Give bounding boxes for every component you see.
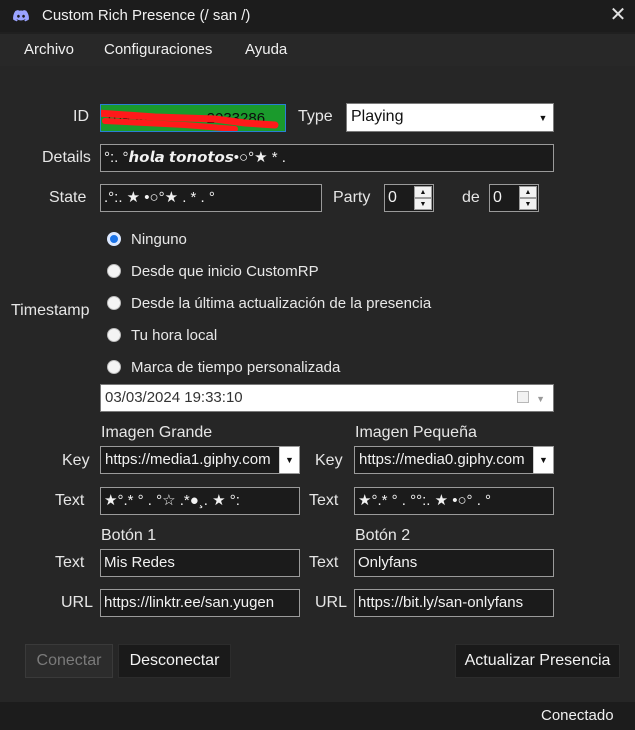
small-text-input[interactable]: ★°.* ° . °°:. ★ •○° . ° xyxy=(354,487,554,515)
button2-heading: Botón 2 xyxy=(355,527,411,544)
stepper-down-icon[interactable]: ▼ xyxy=(414,198,432,210)
state-label: State xyxy=(49,189,87,206)
stepper-down-icon[interactable]: ▼ xyxy=(519,198,537,210)
stepper-buttons: ▲ ▼ xyxy=(414,186,432,210)
close-button[interactable]: ✕ xyxy=(606,4,630,28)
chevron-down-icon[interactable]: ▼ xyxy=(536,386,545,412)
party-size-stepper[interactable]: 0 ▲ ▼ xyxy=(384,184,434,212)
radio-personalizada[interactable] xyxy=(107,360,121,374)
small-key-value: https://media0.giphy.com xyxy=(359,451,525,468)
stepper-buttons: ▲ ▼ xyxy=(519,186,537,210)
small-text-label: Text xyxy=(309,492,339,509)
large-text-label: Text xyxy=(55,492,85,509)
menu-configuraciones[interactable]: Configuraciones xyxy=(104,41,212,58)
large-key-label: Key xyxy=(62,452,90,469)
party-label: Party xyxy=(333,189,371,206)
menu-archivo[interactable]: Archivo xyxy=(24,41,74,58)
window-title: Custom Rich Presence (/ san /) xyxy=(42,7,251,24)
calendar-icon[interactable] xyxy=(517,391,529,403)
large-image-heading: Imagen Grande xyxy=(101,424,213,441)
party-max-stepper[interactable]: 0 ▲ ▼ xyxy=(489,184,539,212)
party-size-value: 0 xyxy=(388,189,397,206)
connection-status: Conectado xyxy=(541,707,614,724)
datetime-value: 03/03/2024 19:33:10 xyxy=(105,389,243,406)
state-input[interactable]: .°:. ★ •○°★ . * . ° xyxy=(100,184,322,212)
radio-label-personalizada: Marca de tiempo personalizada xyxy=(131,359,341,376)
update-presence-button[interactable]: Actualizar Presencia xyxy=(455,644,620,678)
stepper-up-icon[interactable]: ▲ xyxy=(519,186,537,198)
type-dropdown[interactable]: Playing ▼ xyxy=(346,103,554,132)
type-dropdown-value: Playing xyxy=(351,108,404,125)
timestamp-label: Timestamp xyxy=(11,302,90,319)
chevron-down-icon[interactable]: ▼ xyxy=(279,447,299,473)
party-max-value: 0 xyxy=(493,189,502,206)
button2-url-label: URL xyxy=(315,594,348,611)
radio-ninguno[interactable] xyxy=(107,232,121,246)
button1-text-input[interactable]: Mis Redes xyxy=(100,549,300,577)
discord-icon xyxy=(13,10,29,22)
button1-text-label: Text xyxy=(55,554,85,571)
button2-text-input[interactable]: Onlyfans xyxy=(354,549,554,577)
chevron-down-icon[interactable]: ▼ xyxy=(533,104,553,131)
small-key-label: Key xyxy=(315,452,343,469)
redaction-scribble xyxy=(101,109,279,131)
large-key-value: https://media1.giphy.com xyxy=(105,451,271,468)
stepper-up-icon[interactable]: ▲ xyxy=(414,186,432,198)
datetime-picker[interactable]: 03/03/2024 19:33:10 ▼ xyxy=(100,384,554,412)
disconnect-button[interactable]: Desconectar xyxy=(118,644,231,678)
details-label: Details xyxy=(42,149,91,166)
connect-button[interactable]: Conectar xyxy=(25,644,113,678)
button2-url-input[interactable]: https://bit.ly/san-onlyfans xyxy=(354,589,554,617)
details-input[interactable]: °:. °𝙝𝙤𝙡𝙖 𝙩𝙤𝙣𝙤𝙩𝙤𝙨•○°★ * . xyxy=(100,144,554,172)
button1-url-label: URL xyxy=(61,594,94,611)
radio-desde-inicio[interactable] xyxy=(107,264,121,278)
id-label: ID xyxy=(73,108,89,125)
button2-text-label: Text xyxy=(309,554,339,571)
large-text-input[interactable]: ★°.* ° . °☆ .*●¸. ★ °: xyxy=(100,487,300,515)
radio-hora-local[interactable] xyxy=(107,328,121,342)
menu-bar xyxy=(0,34,635,66)
type-label: Type xyxy=(298,108,333,125)
chevron-down-icon[interactable]: ▼ xyxy=(533,447,553,473)
menu-ayuda[interactable]: Ayuda xyxy=(245,41,287,58)
radio-ultima-actualizacion[interactable] xyxy=(107,296,121,310)
button1-url-input[interactable]: https://linktr.ee/san.yugen xyxy=(100,589,300,617)
id-input[interactable]: 1095•••••••••••••2033286 xyxy=(100,104,286,132)
radio-label-ninguno: Ninguno xyxy=(131,231,187,248)
party-of-label: de xyxy=(462,189,480,206)
radio-label-hora-local: Tu hora local xyxy=(131,327,218,344)
status-bar xyxy=(0,702,635,730)
small-key-dropdown[interactable]: https://media0.giphy.com ▼ xyxy=(354,446,554,474)
large-key-dropdown[interactable]: https://media1.giphy.com ▼ xyxy=(100,446,300,474)
radio-label-ultima-actualizacion: Desde la última actualización de la pres… xyxy=(131,295,432,312)
small-image-heading: Imagen Pequeña xyxy=(355,424,477,441)
button1-heading: Botón 1 xyxy=(101,527,157,544)
radio-label-desde-inicio: Desde que inicio CustomRP xyxy=(131,263,319,280)
